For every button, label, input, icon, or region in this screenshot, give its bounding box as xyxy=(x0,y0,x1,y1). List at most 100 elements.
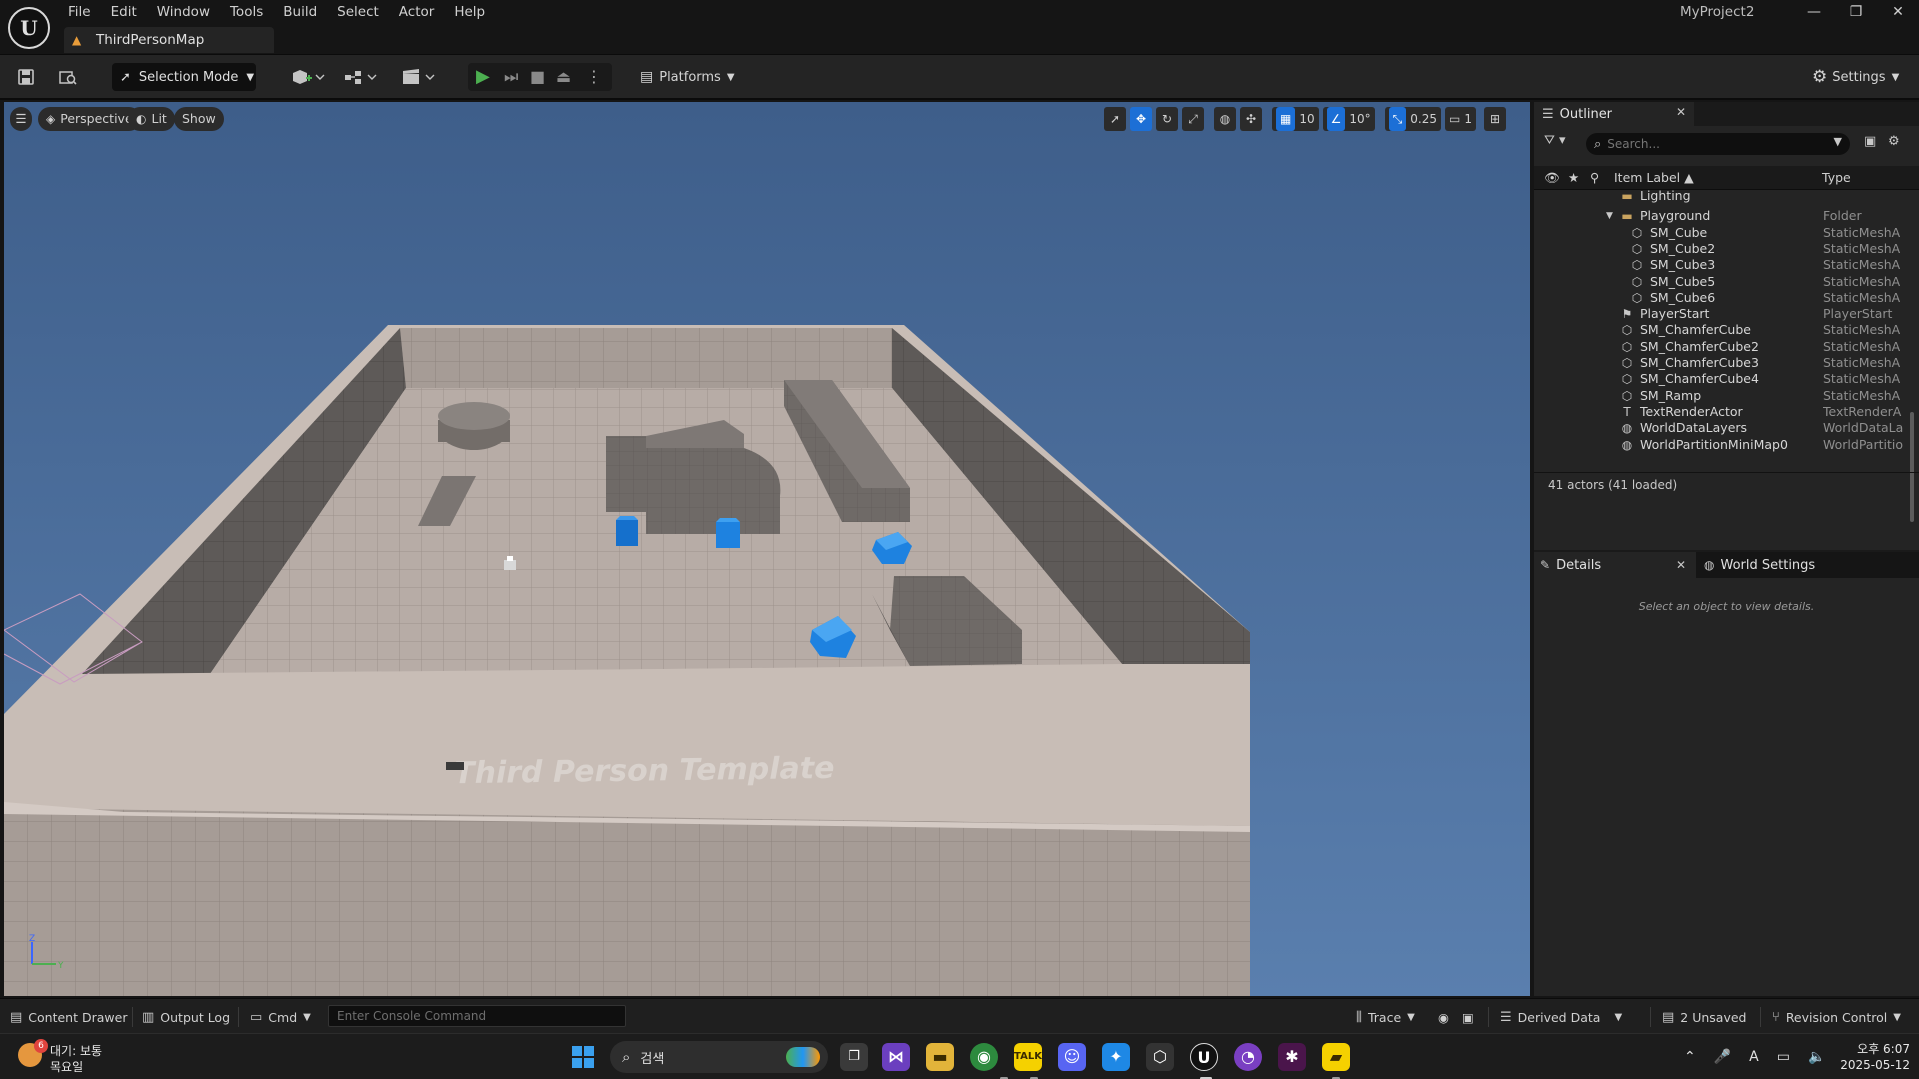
weather-widget[interactable]: 6 대기: 보통 목요일 xyxy=(18,1039,138,1075)
surface-snap-icon[interactable]: ✣ xyxy=(1240,107,1262,131)
outliner-scrollbar[interactable] xyxy=(1910,412,1914,522)
browse-content-icon[interactable] xyxy=(56,65,80,89)
terminal-icon: ▭ xyxy=(250,1009,263,1025)
blueprints-icon[interactable] xyxy=(340,65,380,89)
step-icon[interactable]: ⏭ xyxy=(504,65,518,89)
scene-render: Third Person Template xyxy=(4,102,1530,996)
type-column[interactable]: Type xyxy=(1822,170,1851,185)
unity-icon[interactable]: ⬡ xyxy=(1146,1043,1174,1071)
outliner-search-box[interactable]: ⌕ ▼ xyxy=(1586,133,1850,155)
outliner-icon: ☰ xyxy=(1542,106,1554,122)
pin-icon[interactable]: ⚲ xyxy=(1590,170,1599,185)
camera-speed-button[interactable]: ▭ 1 xyxy=(1445,107,1476,131)
rotation-snap-toggle[interactable]: ∠ 10° xyxy=(1322,107,1375,131)
sticky-notes-icon[interactable]: ▰ xyxy=(1322,1043,1350,1071)
task-view-icon[interactable]: ❐ xyxy=(840,1043,868,1071)
clock[interactable]: 오후 6:07 2025-05-12 xyxy=(1830,1041,1910,1073)
taskbar-search[interactable]: ⌕ 검색 xyxy=(610,1041,828,1073)
outliner-row[interactable]: ◍ WorldPartitionMiniMap0 WorldPartitio xyxy=(1534,435,1910,455)
console-command-input[interactable] xyxy=(328,1005,626,1027)
content-drawer-button[interactable]: ▤ Content Drawer xyxy=(10,1008,127,1026)
kakaotalk-icon[interactable]: TALK xyxy=(1014,1043,1042,1071)
stop-icon[interactable]: ■ xyxy=(530,65,545,89)
save-icon[interactable] xyxy=(14,65,38,89)
scale-tool-icon[interactable]: ⤢ xyxy=(1182,107,1204,131)
select-tool-icon[interactable]: ➚ xyxy=(1104,107,1126,131)
outliner-row[interactable]: ▬ Lighting xyxy=(1534,190,1910,206)
microphone-icon[interactable]: 🎤 xyxy=(1714,1049,1731,1065)
menu-select[interactable]: Select xyxy=(327,0,389,24)
discord-icon[interactable]: ☺ xyxy=(1058,1043,1086,1071)
cinematics-icon[interactable] xyxy=(398,65,438,89)
platforms-icon: ▤ xyxy=(640,69,654,85)
add-actor-icon[interactable] xyxy=(288,65,328,89)
layout-icon[interactable]: ⊞ xyxy=(1483,107,1506,131)
level-viewport[interactable]: Third Person Template ☰ ◈ Perspective ◐ … xyxy=(4,102,1530,996)
show-button[interactable]: Show xyxy=(174,107,224,131)
visual-studio-icon[interactable]: ⋈ xyxy=(882,1043,910,1071)
filter-icon[interactable]: ⛛ ▾ xyxy=(1544,133,1578,153)
perspective-button[interactable]: ◈ Perspective xyxy=(38,107,141,131)
menu-edit[interactable]: Edit xyxy=(101,0,147,24)
world-space-icon[interactable]: ◍ xyxy=(1214,107,1236,131)
item-label-column[interactable]: Item Label ▲ xyxy=(1614,170,1694,185)
level-tab[interactable]: ▲ ThirdPersonMap xyxy=(64,27,274,53)
outliner-search-input[interactable] xyxy=(1607,137,1818,151)
star-icon[interactable]: ★ xyxy=(1568,170,1579,185)
minimize-button[interactable]: — xyxy=(1800,2,1828,22)
unreal-logo-icon[interactable]: U xyxy=(8,7,50,49)
unsaved-button[interactable]: ▤ 2 Unsaved xyxy=(1662,1008,1747,1026)
restore-button[interactable]: ❐ xyxy=(1842,2,1870,22)
scale-snap-toggle[interactable]: ⤡ 0.25 xyxy=(1384,107,1441,131)
menu-file[interactable]: File xyxy=(58,0,101,24)
outliner-tab[interactable]: ☰ Outliner ✕ xyxy=(1534,102,1694,126)
gear-icon[interactable]: ⚙ xyxy=(1888,134,1900,149)
rotate-tool-icon[interactable]: ↻ xyxy=(1156,107,1178,131)
view-mode-button[interactable]: ◐ Lit xyxy=(128,107,175,131)
tab-world-settings[interactable]: ◍ World Settings xyxy=(1698,552,1878,578)
trace-dropdown[interactable]: ⫼ Trace ▼ xyxy=(1356,1008,1415,1026)
menu-actor[interactable]: Actor xyxy=(389,0,445,24)
tab-details[interactable]: ✎ Details ✕ xyxy=(1534,552,1696,578)
play-options-icon[interactable]: ⋮ xyxy=(586,65,602,89)
output-log-button[interactable]: ▥ Output Log xyxy=(142,1008,230,1026)
menu-help[interactable]: Help xyxy=(444,0,495,24)
outliner-tree: ▬ Lighting ▼ ▬ Playground Folder ⬡ SM_Cube Stati… xyxy=(1534,190,1910,460)
visibility-eye-icon[interactable]: 👁 xyxy=(1544,170,1560,186)
menu-build[interactable]: Build xyxy=(273,0,327,24)
start-button[interactable] xyxy=(572,1046,594,1068)
translate-tool-icon[interactable]: ✥ xyxy=(1130,107,1152,131)
play-icon[interactable]: ▶ xyxy=(476,65,490,89)
add-folder-icon[interactable]: ▣ xyxy=(1864,134,1876,149)
folder-icon: ▬ xyxy=(1621,190,1633,203)
menu-tools[interactable]: Tools xyxy=(220,0,273,24)
app-icon[interactable]: ✦ xyxy=(1102,1043,1130,1071)
unreal-engine-icon[interactable]: U xyxy=(1190,1043,1218,1071)
derived-data-dropdown[interactable]: ☰ Derived Data ▼ xyxy=(1500,1008,1622,1026)
github-icon[interactable]: ◔ xyxy=(1234,1043,1262,1071)
eject-icon[interactable]: ⏏ xyxy=(556,65,571,89)
record-icon[interactable]: ◉ xyxy=(1438,1008,1449,1026)
settings-dropdown[interactable]: ⚙ Settings ▼ xyxy=(1812,65,1899,89)
selection-mode-dropdown[interactable]: ➚ Selection Mode ▼ xyxy=(112,63,256,91)
menu-window[interactable]: Window xyxy=(147,0,220,24)
viewport-menu-button[interactable]: ☰ xyxy=(10,107,32,131)
revision-control-dropdown[interactable]: ⑂ Revision Control ▼ xyxy=(1772,1008,1901,1026)
volume-icon[interactable]: 🔈 xyxy=(1808,1049,1825,1065)
close-icon[interactable]: ✕ xyxy=(1676,105,1686,119)
close-button[interactable]: ✕ xyxy=(1884,2,1912,22)
cursor-icon: ➚ xyxy=(120,69,131,85)
screenshot-icon[interactable]: ▣ xyxy=(1462,1008,1474,1026)
platforms-dropdown[interactable]: ▤ Platforms ▼ xyxy=(640,65,735,89)
file-explorer-icon[interactable]: ▬ xyxy=(926,1043,954,1071)
cmd-dropdown[interactable]: ▭ Cmd ▼ xyxy=(250,1008,311,1026)
scale-snap-icon: ⤡ xyxy=(1388,107,1407,131)
close-icon[interactable]: ✕ xyxy=(1676,558,1686,572)
input-method-indicator[interactable]: A xyxy=(1749,1049,1759,1065)
network-icon[interactable]: ▭ xyxy=(1777,1049,1790,1065)
hamburger-icon: ☰ xyxy=(15,111,27,126)
chevron-up-icon[interactable]: ⌃ xyxy=(1684,1049,1696,1065)
slack-icon[interactable]: ✱ xyxy=(1278,1043,1306,1071)
chrome-icon[interactable]: ◉ xyxy=(970,1043,998,1071)
grid-snap-toggle[interactable]: ▦ 10 xyxy=(1272,107,1319,131)
